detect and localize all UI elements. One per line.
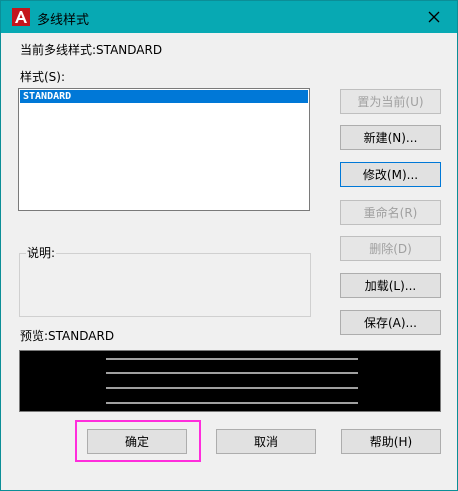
load-button[interactable]: 加载(L)... (340, 273, 441, 298)
current-style-line: 当前多线样式:STANDARD (20, 41, 162, 58)
close-icon (428, 11, 440, 23)
styles-listbox[interactable]: STANDARD (18, 88, 310, 211)
set-current-button[interactable]: 置为当前(U) (340, 89, 441, 114)
list-item[interactable]: STANDARD (20, 90, 308, 103)
ok-button[interactable]: 确定 (87, 429, 187, 454)
multiline-style-dialog: 多线样式 当前多线样式:STANDARD 样式(S): STANDARD 说明:… (0, 0, 458, 491)
preview-label: 预览:STANDARD (20, 329, 115, 343)
current-style-value: STANDARD (96, 43, 163, 57)
delete-button[interactable]: 删除(D) (340, 236, 441, 261)
autocad-a-icon (12, 8, 30, 26)
preview-pane (19, 350, 441, 412)
description-label: 说明: (26, 244, 57, 261)
description-box (19, 253, 311, 317)
current-style-label: 当前多线样式: (20, 43, 97, 57)
help-button[interactable]: 帮助(H) (341, 429, 441, 454)
close-button[interactable] (417, 5, 451, 29)
styles-label: 样式(S): (20, 70, 66, 84)
cancel-button[interactable]: 取消 (216, 429, 316, 454)
new-button[interactable]: 新建(N)... (340, 125, 441, 150)
title-bar[interactable]: 多线样式 (1, 1, 457, 33)
window-title: 多线样式 (37, 13, 90, 28)
save-button[interactable]: 保存(A)... (340, 310, 441, 335)
multiline-preview-graphic (106, 358, 358, 404)
rename-button[interactable]: 重命名(R) (340, 200, 441, 225)
modify-button[interactable]: 修改(M)... (340, 162, 441, 187)
